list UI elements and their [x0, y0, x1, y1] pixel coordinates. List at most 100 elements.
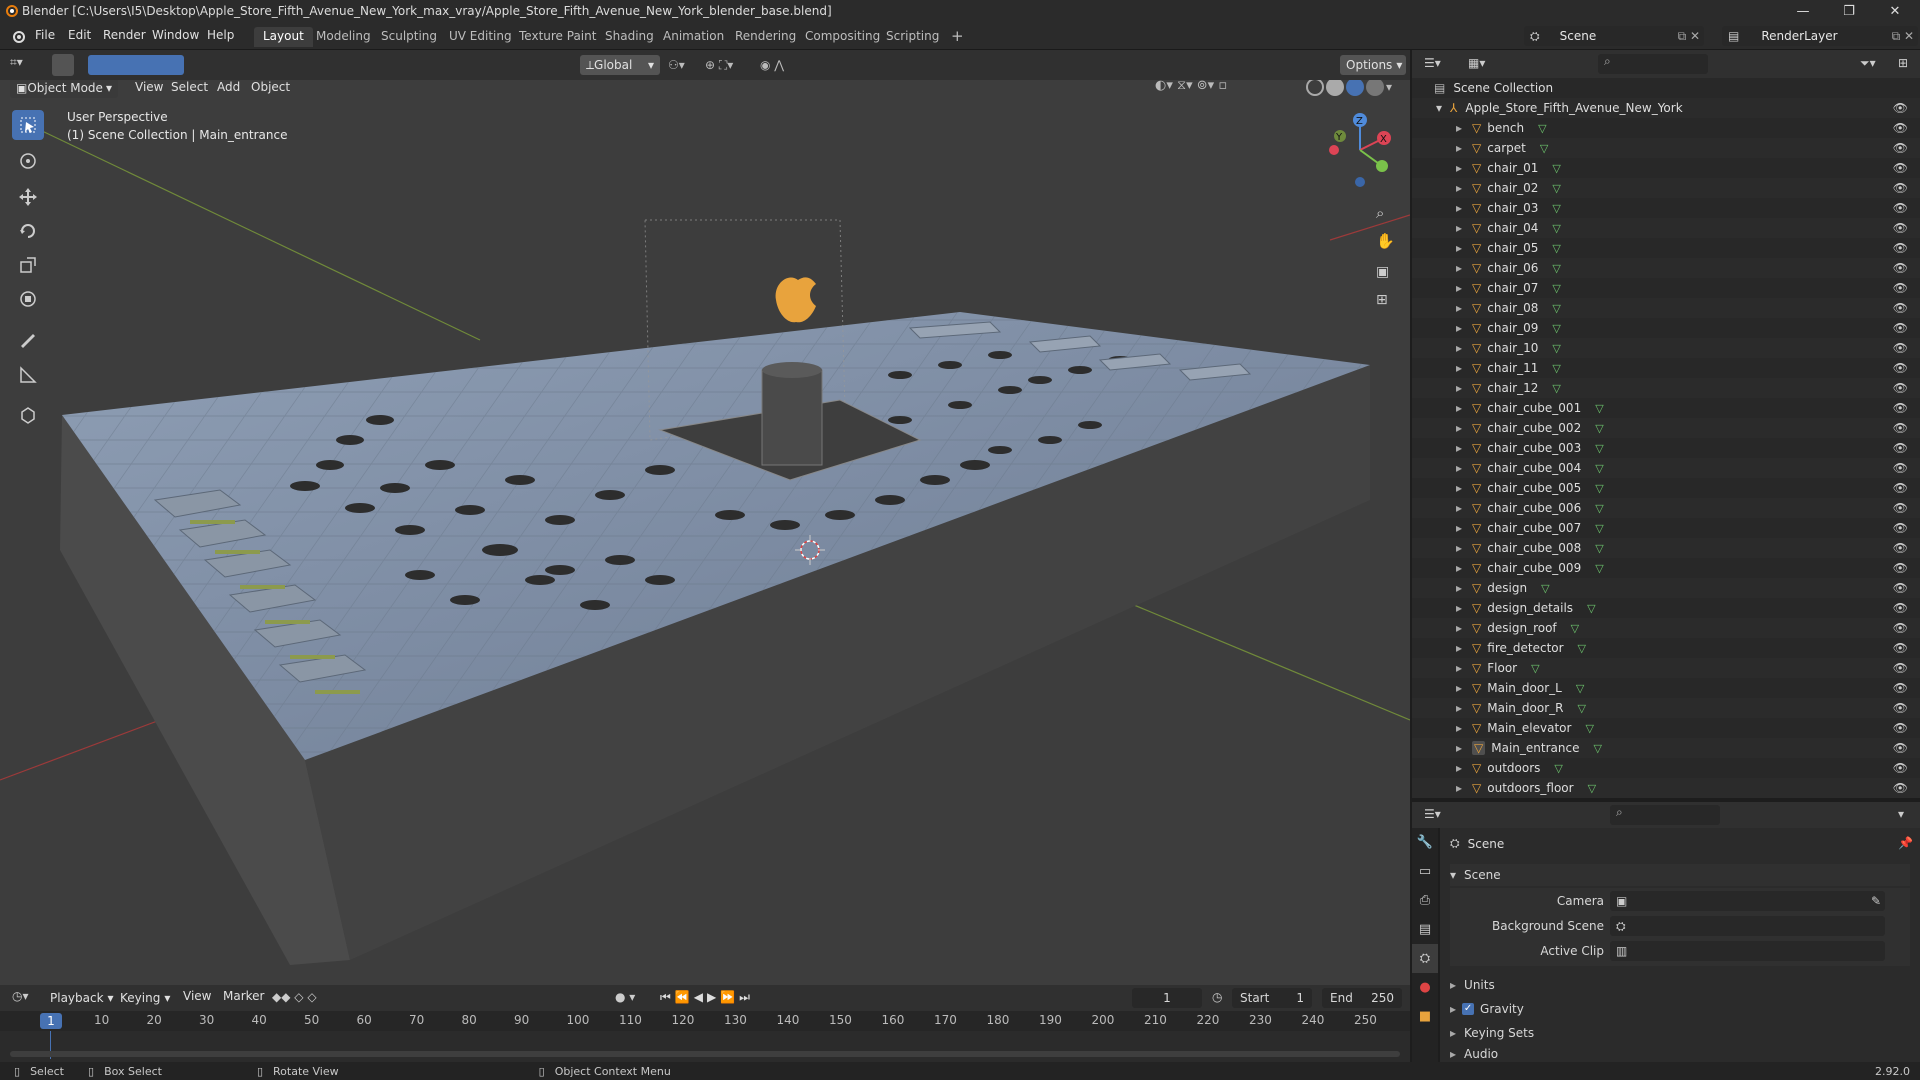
outliner-object-row[interactable]: ▸ ▽ chair_cube_009 ▽ 👁 [1412, 558, 1920, 578]
visibility-eye-icon[interactable]: 👁 [1893, 241, 1908, 255]
visibility-eye-icon[interactable]: 👁 [1893, 121, 1908, 135]
outliner-object-row[interactable]: ▸ ▽ chair_cube_001 ▽ 👁 [1412, 398, 1920, 418]
mesh-data-icon[interactable]: ▽ [1552, 322, 1560, 335]
outliner-object-row[interactable]: ▸ ▽ design_roof ▽ 👁 [1412, 618, 1920, 638]
mesh-data-icon[interactable]: ▽ [1593, 742, 1601, 755]
gravity-panel-header[interactable]: ▸ ✓ Gravity [1450, 998, 1910, 1020]
units-panel-header[interactable]: ▸ Units [1450, 974, 1910, 996]
mesh-data-icon[interactable]: ▽ [1595, 422, 1603, 435]
visibility-eye-icon[interactable]: 👁 [1893, 321, 1908, 335]
view-layer-tab-icon[interactable]: ▤ [1412, 915, 1438, 944]
visibility-eye-icon[interactable]: 👁 [1893, 541, 1908, 555]
visibility-eye-icon[interactable]: 👁 [1893, 581, 1908, 595]
keyframe-icons[interactable]: ◆◆ ◇ ◇ [272, 990, 317, 1004]
camera-view-icon[interactable]: ▣ [1376, 264, 1389, 280]
collapsed-arrow-icon[interactable]: ▸ [1456, 761, 1462, 775]
visibility-eye-icon[interactable]: 👁 [1893, 781, 1908, 795]
end-frame-field[interactable]: End 250 [1322, 988, 1402, 1008]
move-tool-icon[interactable] [12, 182, 44, 212]
camera-field[interactable]: ▣ ✎ [1610, 891, 1885, 911]
visibility-eye-icon[interactable]: 👁 [1893, 141, 1908, 155]
mesh-data-icon[interactable]: ▽ [1552, 362, 1560, 375]
zoom-view-icon[interactable]: ⌕ [1376, 204, 1384, 222]
collapsed-arrow-icon[interactable]: ▸ [1456, 401, 1462, 415]
view-layer-selector[interactable]: ▤ RenderLayer ⧉ ✕ [1722, 26, 1918, 46]
neg-z-axis-icon[interactable] [1355, 177, 1365, 187]
mesh-data-icon[interactable]: ▽ [1576, 682, 1584, 695]
collapsed-arrow-icon[interactable]: ▸ [1456, 721, 1462, 735]
tool-tab-icon[interactable]: 🔧 [1412, 828, 1438, 857]
outliner-object-row[interactable]: ▸ ▽ chair_12 ▽ 👁 [1412, 378, 1920, 398]
outliner-object-row[interactable]: ▸ ▽ chair_07 ▽ 👁 [1412, 278, 1920, 298]
visibility-eye-icon[interactable]: 👁 [1893, 381, 1908, 395]
properties-editor-type-icon[interactable]: ☰▾ [1424, 807, 1441, 821]
tab-layout[interactable]: Layout [254, 27, 313, 47]
layer-copy-icon[interactable]: ⧉ ✕ [1892, 29, 1914, 44]
outliner-object-row[interactable]: ▸ ▽ Main_door_R ▽ 👁 [1412, 698, 1920, 718]
active-clip-field[interactable]: ▥ [1610, 941, 1885, 961]
mesh-data-icon[interactable]: ▽ [1595, 442, 1603, 455]
mesh-data-icon[interactable]: ▽ [1552, 302, 1560, 315]
mesh-data-icon[interactable]: ▽ [1552, 282, 1560, 295]
mesh-data-icon[interactable]: ▽ [1552, 182, 1560, 195]
timeline-menu-marker[interactable]: Marker [216, 988, 271, 1006]
visibility-eye-icon[interactable]: 👁 [1893, 461, 1908, 475]
collapsed-arrow-icon[interactable]: ▸ [1456, 681, 1462, 695]
mesh-data-icon[interactable]: ▽ [1595, 502, 1603, 515]
mesh-data-icon[interactable]: ▽ [1552, 382, 1560, 395]
collapsed-arrow-icon[interactable]: ▸ [1456, 161, 1462, 175]
timeline-scrollbar[interactable] [10, 1051, 1400, 1057]
outliner-object-row[interactable]: ▸ ▽ chair_cube_004 ▽ 👁 [1412, 458, 1920, 478]
scene-copy-icon[interactable]: ⧉ ✕ [1678, 29, 1700, 44]
visibility-eye-icon[interactable]: 👁 [1893, 661, 1908, 675]
mesh-data-icon[interactable]: ▽ [1587, 602, 1595, 615]
tab-sculpting[interactable]: Sculpting [372, 27, 446, 47]
visibility-eye-icon[interactable]: 👁 [1893, 521, 1908, 535]
outliner-object-row[interactable]: ▸ ▽ chair_03 ▽ 👁 [1412, 198, 1920, 218]
3d-viewport[interactable]: ▣ Object Mode ▾ View Select Add Object ◐▾… [0, 80, 1410, 985]
menu-edit[interactable]: Edit [61, 27, 98, 45]
maximize-button[interactable]: ❐ [1826, 0, 1872, 22]
outliner-object-row[interactable]: ▸ ▽ chair_05 ▽ 👁 [1412, 238, 1920, 258]
mesh-data-icon[interactable]: ▽ [1595, 562, 1603, 575]
outliner-object-row[interactable]: ▸ ▽ chair_cube_008 ▽ 👁 [1412, 538, 1920, 558]
visibility-eye-icon[interactable]: 👁 [1893, 561, 1908, 575]
collapsed-arrow-icon[interactable]: ▸ [1456, 181, 1462, 195]
visibility-eye-icon[interactable]: 👁 [1893, 621, 1908, 635]
outliner-object-row[interactable]: ▸ ▽ outdoors ▽ 👁 [1412, 758, 1920, 778]
mesh-data-icon[interactable]: ▽ [1541, 582, 1549, 595]
measure-tool-icon[interactable] [12, 360, 44, 390]
collapsed-arrow-icon[interactable]: ▸ [1456, 341, 1462, 355]
rotate-tool-icon[interactable] [12, 216, 44, 246]
outliner-object-row[interactable]: ▸ ▽ Main_entrance ▽ 👁 [1412, 738, 1920, 758]
collapsed-arrow-icon[interactable]: ▸ [1456, 121, 1462, 135]
selection-mode-buttons[interactable] [88, 55, 184, 75]
visibility-eye-icon[interactable]: 👁 [1893, 341, 1908, 355]
pan-view-hand-icon[interactable]: ✋ [1376, 232, 1395, 250]
outliner-object-row[interactable]: ▸ ▽ chair_cube_003 ▽ 👁 [1412, 438, 1920, 458]
background-scene-field[interactable]: ⛭ [1610, 916, 1885, 936]
display-mode-icon[interactable]: ▦▾ [1468, 56, 1485, 70]
current-frame-field[interactable]: 1 [1132, 988, 1202, 1008]
keying-sets-panel-header[interactable]: ▸ Keying Sets [1450, 1022, 1910, 1044]
mesh-data-icon[interactable]: ▽ [1588, 782, 1596, 795]
options-dropdown[interactable]: Options ▾ [1340, 55, 1406, 75]
outliner-object-row[interactable]: ▸ ▽ chair_01 ▽ 👁 [1412, 158, 1920, 178]
visibility-eye-icon[interactable]: 👁 [1893, 601, 1908, 615]
visibility-eye-icon[interactable]: 👁 [1893, 681, 1908, 695]
start-frame-field[interactable]: Start 1 [1232, 988, 1312, 1008]
visibility-eye-icon[interactable]: 👁 [1893, 161, 1908, 175]
outliner-object-row[interactable]: ▸ ▽ chair_10 ▽ 👁 [1412, 338, 1920, 358]
collapsed-arrow-icon[interactable]: ▸ [1456, 561, 1462, 575]
collapsed-arrow-icon[interactable]: ▸ [1456, 581, 1462, 595]
collapsed-arrow-icon[interactable]: ▸ [1456, 601, 1462, 615]
transform-orientation-dropdown[interactable]: ⟂ Global ▾ [580, 55, 660, 75]
outliner-object-row[interactable]: ▸ ▽ chair_cube_005 ▽ 👁 [1412, 478, 1920, 498]
neg-x-axis-icon[interactable] [1329, 145, 1339, 155]
outliner-object-row[interactable]: ▸ ▽ chair_11 ▽ 👁 [1412, 358, 1920, 378]
menu-file[interactable]: File [28, 27, 62, 45]
perspective-toggle-grid-icon[interactable]: ⊞ [1376, 292, 1388, 308]
collapsed-arrow-icon[interactable]: ▸ [1456, 661, 1462, 675]
tab-animation[interactable]: Animation [654, 27, 733, 47]
scene-selector[interactable]: ⛭ Scene ⧉ ✕ [1524, 26, 1704, 46]
